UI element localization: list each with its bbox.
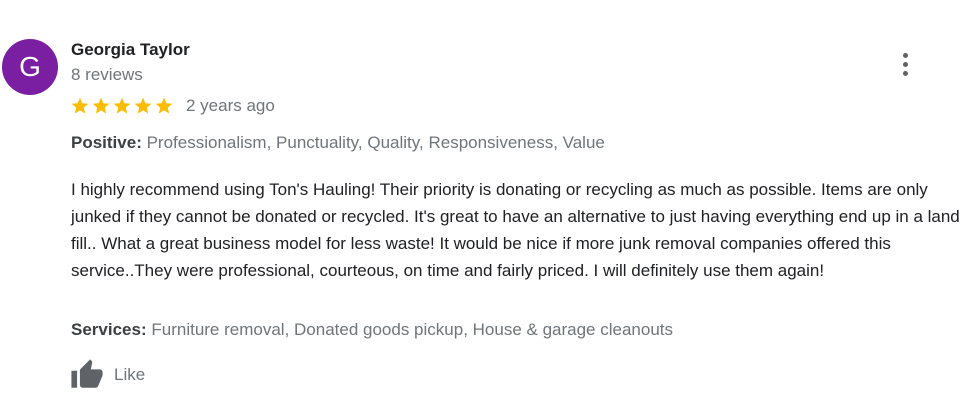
services-label: Services: bbox=[71, 320, 147, 339]
star-icon bbox=[113, 97, 131, 114]
more-vertical-icon bbox=[902, 52, 908, 58]
avatar[interactable]: G bbox=[2, 39, 58, 95]
star-icon bbox=[92, 97, 110, 114]
avatar-initial: G bbox=[19, 51, 41, 82]
positive-label: Positive: bbox=[71, 133, 142, 152]
author-review-count[interactable]: 8 reviews bbox=[71, 65, 143, 85]
thumbs-up-icon bbox=[71, 359, 103, 388]
like-label: Like bbox=[114, 365, 146, 384]
rating-row: 2 years ago bbox=[70, 96, 275, 116]
star-rating bbox=[70, 96, 174, 116]
more-options-button[interactable] bbox=[893, 50, 917, 78]
star-icon bbox=[155, 97, 173, 114]
services-attributes: Services: Furniture removal, Donated goo… bbox=[71, 320, 673, 340]
star-icon bbox=[71, 97, 89, 114]
review-text: I highly recommend using Ton's Hauling! … bbox=[71, 180, 960, 280]
review-time: 2 years ago bbox=[186, 96, 275, 115]
like-button[interactable]: Like bbox=[70, 358, 145, 392]
services-values: Furniture removal, Donated goods pickup,… bbox=[151, 320, 673, 339]
positive-attributes: Positive: Professionalism, Punctuality, … bbox=[71, 133, 605, 153]
star-icon bbox=[134, 97, 152, 114]
positive-values: Professionalism, Punctuality, Quality, R… bbox=[146, 133, 605, 152]
author-name[interactable]: Georgia Taylor bbox=[71, 40, 190, 60]
